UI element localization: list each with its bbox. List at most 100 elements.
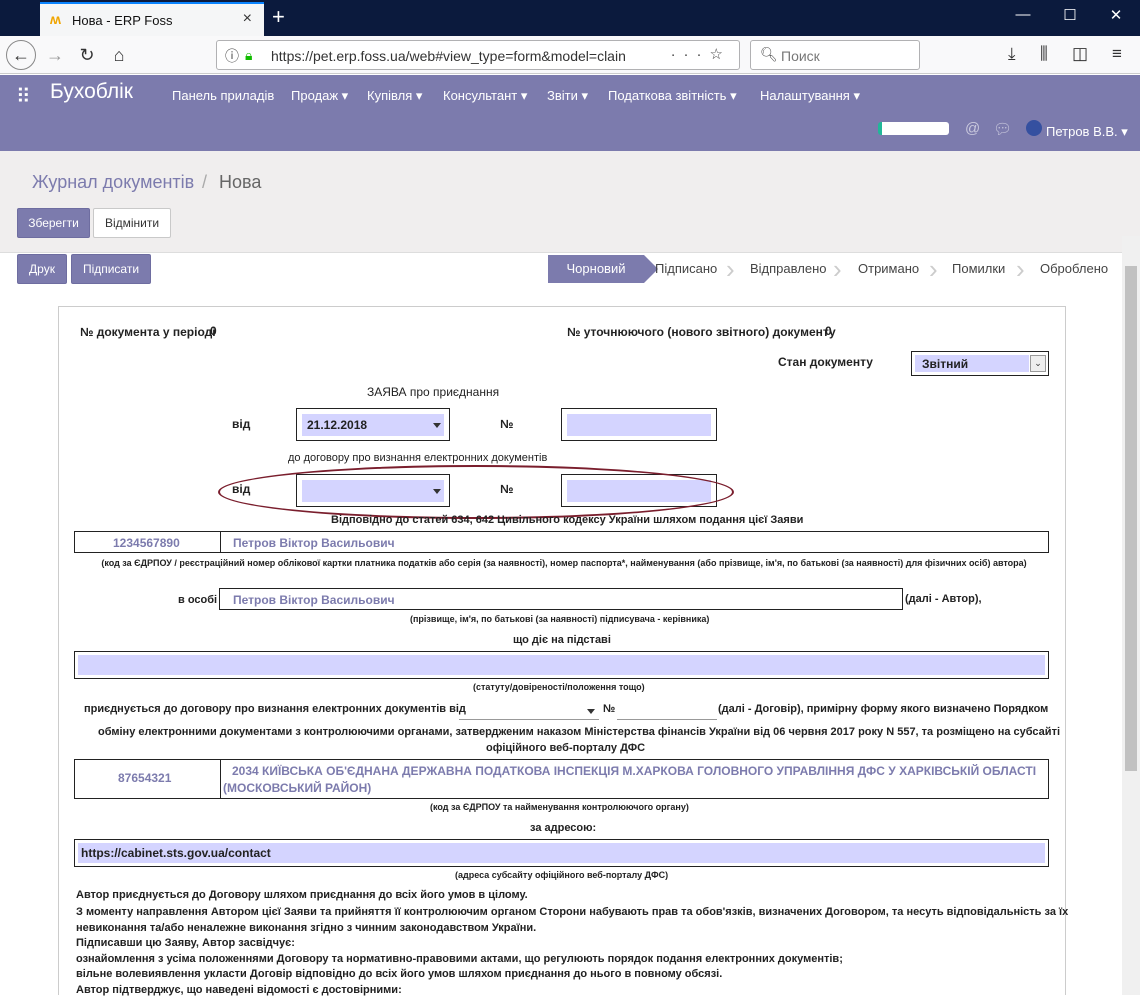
stage-sent[interactable]: Відправлено [750,255,826,283]
author-name[interactable]: Петров Віктор Васильович [233,536,395,550]
menu-consultant-label: Консультант [443,88,518,103]
org-name-1[interactable]: 2034 КИЇВСЬКА ОБ'ЄДНАНА ДЕРЖАВНА ПОДАТКО… [232,764,1036,778]
org-name-2: (МОСКОВСЬКИЙ РАЙОН) [223,781,372,795]
scrollbar-thumb[interactable] [1125,266,1137,771]
chevron-down-icon [587,709,595,714]
close-window-button[interactable]: ✕ [1093,6,1139,24]
address-value: https://cabinet.sts.gov.ua/contact [81,846,271,860]
progress-bar [878,122,949,135]
print-button[interactable]: Друк [17,254,67,284]
back-icon[interactable]: ← [6,40,36,70]
reload-icon[interactable]: ↻ [72,40,102,70]
sidebar-icon[interactable]: ◫ [1072,44,1088,64]
sign-button[interactable]: Підписати [71,254,151,284]
num-field[interactable] [561,408,717,441]
mention-icon[interactable]: @ [965,120,980,137]
app-brand: Бухоблік [50,80,133,103]
lock-icon: 🔒︎ [245,47,253,63]
discard-button[interactable]: Відмінити [93,208,171,238]
minimize-button[interactable]: — [1000,6,1046,23]
browser-search-input[interactable]: 🔍︎ Поиск [750,40,920,70]
user-name: Петров В.В. [1046,124,1118,139]
breadcrumb-current: Нова [219,172,262,192]
download-icon[interactable]: ⤓ [1008,44,1016,64]
menu-settings[interactable]: Налаштування ▾ [760,88,860,104]
breadcrumb-parent[interactable]: Журнал документів [32,172,194,193]
date-value: 21.12.2018 [307,418,368,432]
refine-value: 0 [825,324,832,338]
info-icon[interactable]: ⓘ [225,46,239,66]
menu-purchases-label: Купівля [367,88,413,103]
person-caption: (прізвище, ім'я, по батькові (за наявнос… [410,614,710,624]
stage-chevron: › [929,254,938,284]
contract-title: до договору про визнання електронних док… [288,452,548,464]
menu-purchases[interactable]: Купівля ▾ [367,88,422,104]
acting-field[interactable] [74,651,1049,679]
chevron-down-icon [433,423,441,428]
person-value: Петров Віктор Васильович [233,593,395,607]
date-label: від [232,417,251,431]
menu-sales[interactable]: Продаж ▾ [291,88,348,104]
state-label: Стан документу [778,355,873,369]
search-placeholder: Поиск [781,48,820,64]
code-caption: (код за ЄДРПОУ / реєстраційний номер обл… [101,558,1027,568]
join-text-c: обміну електронними документами з контро… [98,726,1061,738]
state-select[interactable]: Звітний ⌄ [911,351,1049,376]
doc-num-value: 0 [210,324,217,338]
close-tab-icon[interactable]: × [243,10,252,28]
stage-draft[interactable]: Чорновий [548,255,658,283]
maximize-button[interactable]: ☐ [1047,6,1093,24]
save-button[interactable]: Зберегти [17,208,90,238]
menu-consultant[interactable]: Консультант ▾ [443,88,527,104]
refine-label: № уточнюючого (нового звітного) документ… [567,325,836,339]
stage-chevron: › [833,254,842,284]
stage-errors[interactable]: Помилки [952,255,1005,283]
join-text-a: приєднується до договору про визнання ел… [84,703,466,715]
user-menu[interactable]: Петров В.В. ▾ [1046,124,1128,140]
join-num-field[interactable] [617,702,717,720]
stage-chevron: › [1016,254,1025,284]
person-field[interactable]: Петров Віктор Васильович [219,588,903,610]
acting-caption: (статуту/довіреності/положення тощо) [473,682,645,692]
browser-tab[interactable]: ʍ Нова - ERP Foss × [40,2,264,36]
stage-processed[interactable]: Оброблено [1040,255,1108,283]
org-caption: (код за ЄДРПОУ та найменування контролюю… [430,802,689,812]
apps-grid-icon[interactable]: ⠿ [16,84,31,109]
home-icon[interactable]: ⌂ [104,40,134,70]
avatar[interactable] [1026,120,1042,136]
stage-chevron: › [726,254,735,284]
join-date-field[interactable] [459,702,599,720]
forward-icon[interactable]: → [40,40,70,70]
author-row [74,531,1049,553]
menu-reports-label: Звіти [547,88,578,103]
address-field[interactable]: https://cabinet.sts.gov.ua/contact [74,839,1049,867]
date-field[interactable]: 21.12.2018 [296,408,450,441]
library-icon[interactable]: ⫼ [1040,44,1048,64]
stage-signed[interactable]: Підписано [655,255,717,283]
org-code[interactable]: 87654321 [118,771,171,785]
highlight-ellipse [218,465,734,519]
stage-received[interactable]: Отримано [858,255,919,283]
menu-icon[interactable]: ≡ [1112,44,1122,64]
author-code[interactable]: 1234567890 [113,536,180,550]
tab-title: Нова - ERP Foss [72,13,173,28]
menu-reports[interactable]: Звіти ▾ [547,88,588,104]
menu-sales-label: Продаж [291,88,339,103]
basis-text: Відповідно до статей 634, 642 Цивільного… [331,514,804,526]
search-icon: 🔍︎ [760,46,778,62]
address-label: за адресою: [530,822,597,834]
app-header [0,75,1140,151]
para-5: ознайомлення з усіма положеннями Договор… [76,953,843,965]
para-1: Автор приєднується до Договору шляхом пр… [76,889,528,901]
chat-icon[interactable]: 💬︎ [993,120,1012,138]
menu-dashboard[interactable]: Панель приладів [172,88,274,103]
person-label: в особі [178,594,218,606]
form-title: ЗАЯВА про приєднання [367,385,500,399]
menu-tax-reports-label: Податкова звітність [608,88,727,103]
new-tab-button[interactable]: + [272,4,285,30]
favicon-icon: ʍ [50,11,61,27]
page-actions-icon[interactable]: ···☆ [671,45,731,63]
breadcrumb-separator: / [202,172,208,192]
url-bar[interactable]: ⓘ 🔒︎ https://pet.erp.foss.ua/web#view_ty… [216,40,740,70]
menu-tax-reports[interactable]: Податкова звітність ▾ [608,88,737,104]
